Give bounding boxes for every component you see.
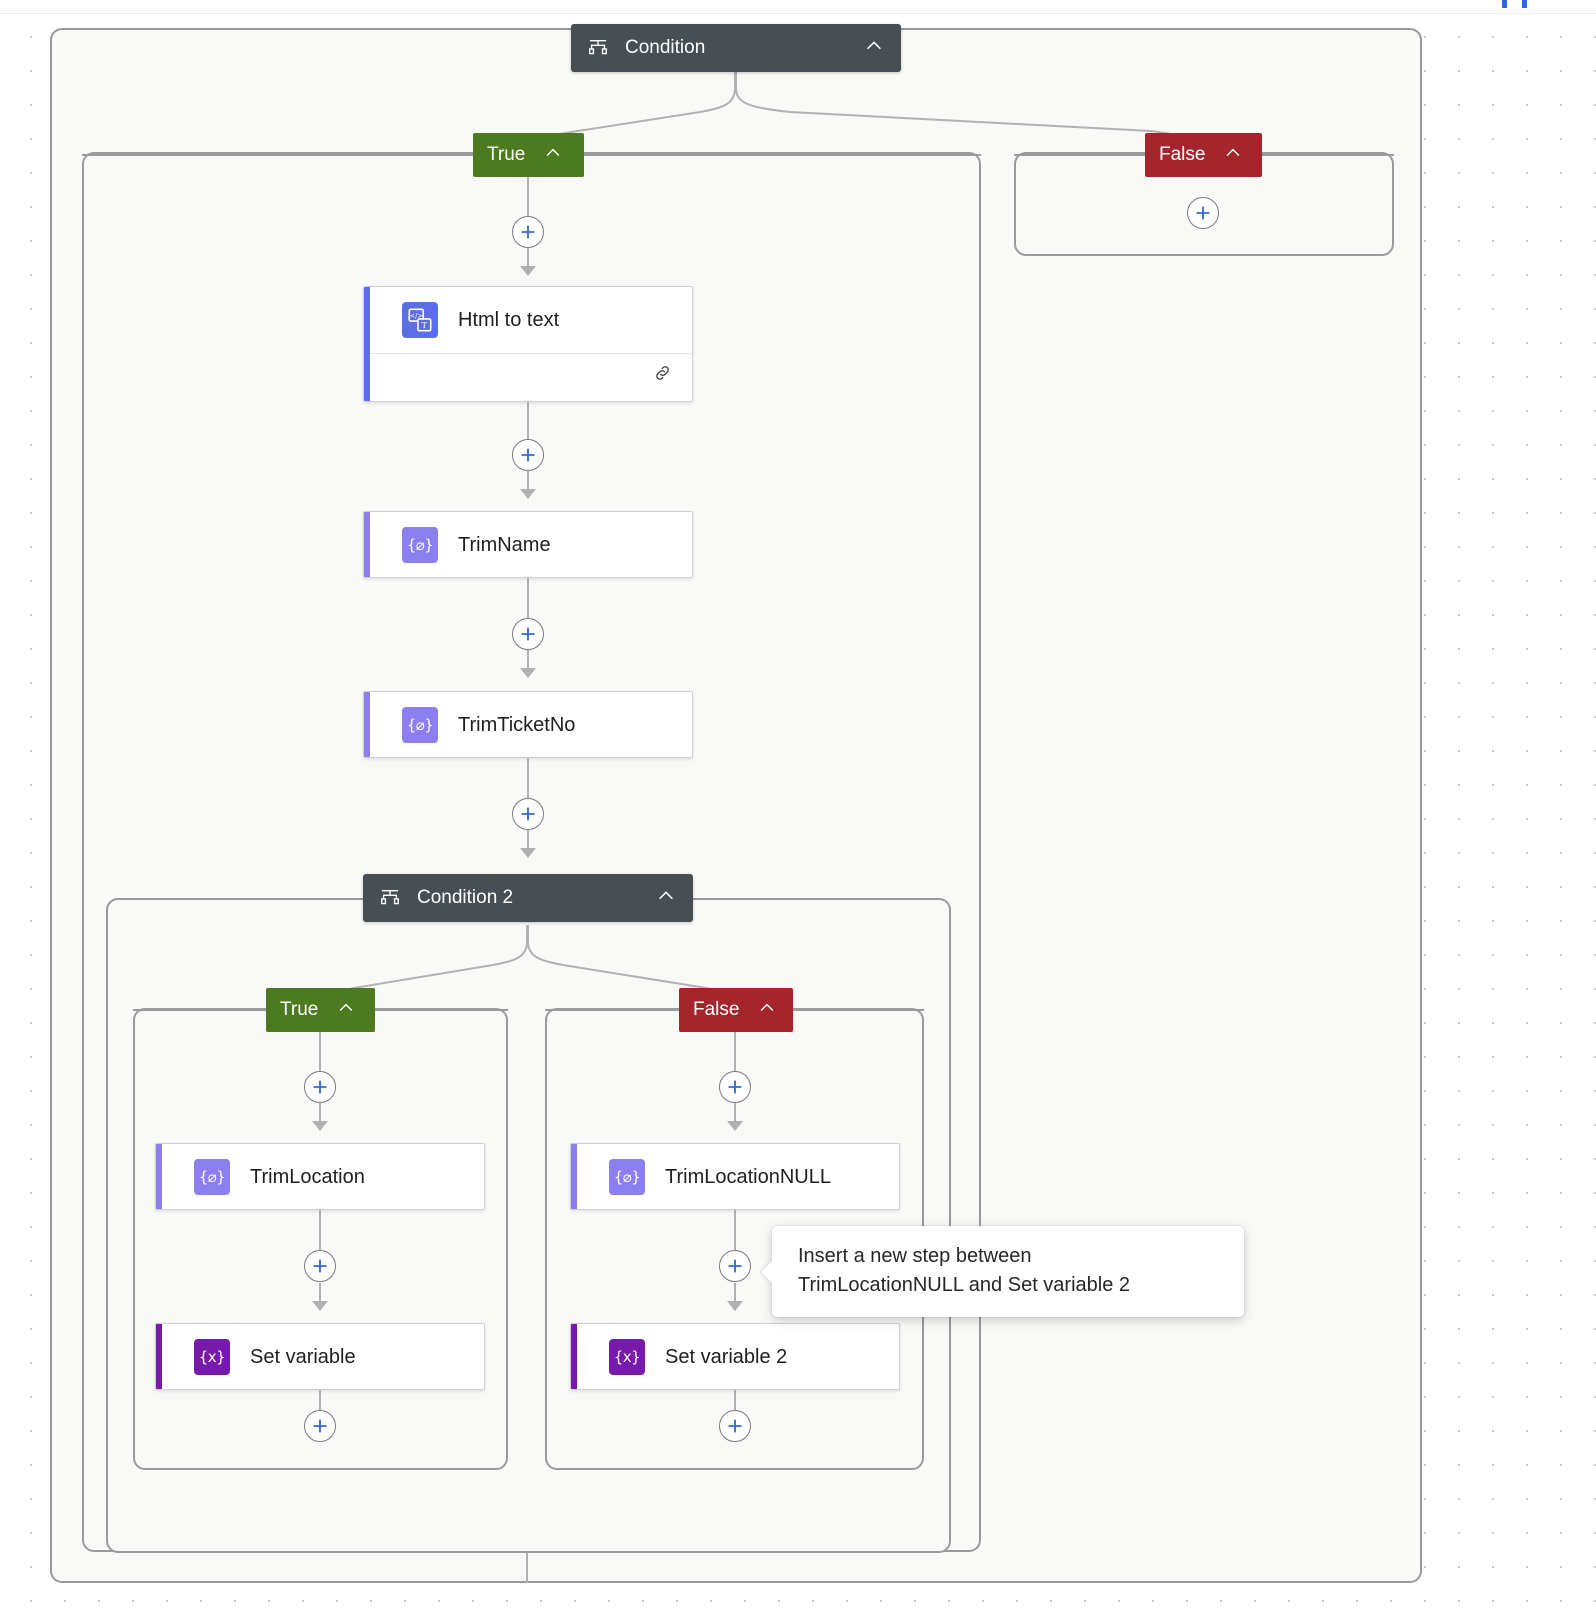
branch-c2-false-text: False	[693, 999, 740, 1020]
insert-step-button-after-set-variable[interactable]	[304, 1410, 336, 1442]
insert-step-button-after-html-to-text[interactable]	[512, 439, 544, 471]
flow-canvas[interactable]: Condition True False </> T Html to text …	[0, 0, 1596, 1612]
chevron-up-icon[interactable]	[837, 35, 885, 62]
insert-step-button-c2true-top[interactable]	[304, 1071, 336, 1103]
arrow-to-trimlocationnull	[727, 1121, 743, 1131]
branch-label-false[interactable]: False	[1145, 133, 1262, 177]
card-title-html-to-text: Html to text	[458, 308, 560, 331]
toolbar-mark-2	[1522, 0, 1527, 8]
chevron-up-icon[interactable]	[1223, 143, 1243, 168]
connector-trimticket-to-plus4	[527, 758, 529, 798]
set-variable-glyph: {x}	[198, 1348, 226, 1366]
condition-header[interactable]: Condition	[571, 24, 901, 72]
compose-glyph: {⌀}	[198, 1168, 226, 1186]
link-icon[interactable]	[652, 362, 674, 389]
card-title-trimname: TrimName	[458, 533, 551, 556]
card-title-set-variable-2: Set variable 2	[665, 1345, 788, 1368]
card-title-trimlocationnull: TrimLocationNULL	[665, 1165, 831, 1188]
card-footer	[364, 353, 692, 397]
action-card-set-variable[interactable]: {x} Set variable	[155, 1323, 485, 1390]
insert-step-button-between-trimlocationnull-and-setvariable2[interactable]	[719, 1250, 751, 1282]
chevron-up-icon[interactable]	[543, 143, 563, 168]
action-card-set-variable-2[interactable]: {x} Set variable 2	[570, 1323, 900, 1390]
insert-step-tooltip: Insert a new step between TrimLocationNU…	[761, 1226, 1244, 1318]
action-card-trimlocation[interactable]: {⌀} TrimLocation	[155, 1143, 485, 1210]
compose-glyph: {⌀}	[406, 716, 434, 734]
connector-setvariable2-to-plus	[734, 1389, 736, 1411]
arrow-to-html-to-text	[520, 266, 536, 276]
arrow-to-condition2	[520, 848, 536, 858]
set-variable-icon: {x}	[194, 1339, 230, 1375]
condition-icon	[587, 37, 609, 59]
action-card-trimname[interactable]: {⌀} TrimName	[363, 511, 693, 578]
condition-title: Condition	[625, 37, 706, 58]
set-variable-icon: {x}	[609, 1339, 645, 1375]
arrow-to-trimlocation	[312, 1121, 328, 1131]
card-accent-bar	[364, 692, 370, 757]
chevron-up-icon[interactable]	[629, 885, 677, 912]
compose-glyph: {⌀}	[406, 536, 434, 554]
arrow-to-trimname	[520, 489, 536, 499]
condition-2-title: Condition 2	[417, 887, 514, 908]
connector-setvariable-to-plus	[319, 1389, 321, 1411]
card-title-trimticketno: TrimTicketNo	[458, 713, 576, 736]
branch-label-c2-false[interactable]: False	[679, 988, 793, 1032]
action-card-html-to-text[interactable]: </> T Html to text	[363, 286, 693, 402]
tooltip-arrow	[761, 1260, 773, 1284]
card-title-trimlocation: TrimLocation	[250, 1165, 365, 1188]
action-card-trimlocationnull[interactable]: {⌀} TrimLocationNULL	[570, 1143, 900, 1210]
compose-glyph: {⌀}	[613, 1168, 641, 1186]
arrow-to-set-variable	[312, 1301, 328, 1311]
branch-false-text: False	[1159, 144, 1206, 165]
connector-true-to-plus1	[527, 177, 529, 218]
card-accent-bar	[364, 287, 370, 401]
tooltip-line-2: TrimLocationNULL and Set variable 2	[798, 1273, 1131, 1296]
insert-step-button-after-trimname[interactable]	[512, 618, 544, 650]
connector-trimlocation-to-plus	[319, 1210, 321, 1250]
insert-step-button-after-trimlocation[interactable]	[304, 1250, 336, 1282]
card-accent-bar	[571, 1144, 577, 1209]
connector-trimname-to-plus3	[527, 578, 529, 618]
branch-label-true[interactable]: True	[473, 133, 584, 177]
condition-icon	[379, 887, 401, 909]
top-toolbar-strip	[0, 0, 1596, 14]
connector-html-to-plus2	[527, 402, 529, 441]
set-variable-glyph: {x}	[613, 1348, 641, 1366]
insert-step-button-after-set-variable-2[interactable]	[719, 1410, 751, 1442]
connector-c2false-to-plus	[734, 1032, 736, 1071]
branch-label-c2-true[interactable]: True	[266, 988, 375, 1032]
branch-true-text: True	[487, 144, 526, 165]
compose-icon: {⌀}	[402, 527, 438, 563]
connector-c2true-to-plus	[319, 1032, 321, 1071]
compose-icon: {⌀}	[194, 1159, 230, 1195]
card-title-set-variable: Set variable	[250, 1345, 356, 1368]
insert-step-button-c2false-top[interactable]	[719, 1071, 751, 1103]
compose-icon: {⌀}	[609, 1159, 645, 1195]
svg-text:T: T	[421, 321, 427, 331]
chevron-up-icon[interactable]	[757, 998, 777, 1023]
tooltip-line-1: Insert a new step between	[798, 1245, 1032, 1267]
chevron-up-icon[interactable]	[336, 998, 356, 1023]
action-card-trimticketno[interactable]: {⌀} TrimTicketNo	[363, 691, 693, 758]
condition-2-header[interactable]: Condition 2	[363, 874, 693, 922]
arrow-to-set-variable-2	[727, 1301, 743, 1311]
card-accent-bar	[156, 1324, 162, 1389]
card-accent-bar	[156, 1144, 162, 1209]
arrow-to-trimticketno	[520, 668, 536, 678]
insert-step-button-false-branch[interactable]	[1187, 197, 1219, 229]
compose-icon: {⌀}	[402, 707, 438, 743]
toolbar-mark-1	[1502, 0, 1507, 8]
insert-step-button-after-trimticketno[interactable]	[512, 798, 544, 830]
card-accent-bar	[364, 512, 370, 577]
connector-trimlocationnull-to-plus	[734, 1210, 736, 1250]
branch-c2-true-text: True	[280, 999, 319, 1020]
card-accent-bar	[571, 1324, 577, 1389]
html-to-text-icon: </> T	[402, 302, 438, 338]
insert-step-button-true-top[interactable]	[512, 216, 544, 248]
